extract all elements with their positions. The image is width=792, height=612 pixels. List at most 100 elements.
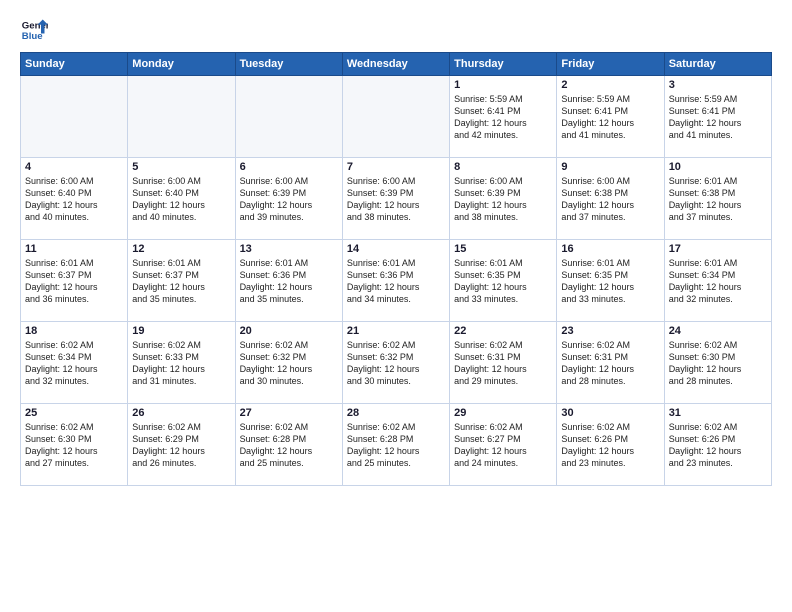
calendar-cell: 17 Sunrise: 6:01 AMSunset: 6:34 PMDayligh…: [664, 240, 771, 322]
calendar-row-1: 4Sunrise: 6:00 AMSunset: 6:40 PMDaylight…: [21, 158, 772, 240]
day-number: 7: [347, 161, 445, 173]
calendar-table: SundayMondayTuesdayWednesdayThursdayFrid…: [20, 52, 772, 486]
logo-icon: General Blue: [20, 16, 48, 44]
cell-content: Sunrise: 6:02 AMSunset: 6:32 PMDaylight:…: [240, 339, 338, 388]
weekday-header-row: SundayMondayTuesdayWednesdayThursdayFrid…: [21, 53, 772, 76]
calendar-cell: 2 Sunrise: 5:59 AMSunset: 6:41 PMDaylight…: [557, 76, 664, 158]
calendar-cell: [235, 76, 342, 158]
calendar-cell: 25 Sunrise: 6:02 AMSunset: 6:30 PMDayligh…: [21, 404, 128, 486]
calendar-cell: 4Sunrise: 6:00 AMSunset: 6:40 PMDaylight…: [21, 158, 128, 240]
cell-content: Sunrise: 6:02 AMSunset: 6:28 PMDaylight:…: [347, 421, 445, 470]
calendar-cell: 24 Sunrise: 6:02 AMSunset: 6:30 PMDayligh…: [664, 322, 771, 404]
calendar-row-3: 18 Sunrise: 6:02 AMSunset: 6:34 PMDayligh…: [21, 322, 772, 404]
cell-content: Sunrise: 6:02 AMSunset: 6:28 PMDaylight:…: [240, 421, 338, 470]
cell-content: Sunrise: 6:01 AMSunset: 6:37 PMDaylight:…: [25, 257, 123, 306]
cell-content: Sunrise: 6:01 AMSunset: 6:35 PMDaylight:…: [561, 257, 659, 306]
cell-content: Sunrise: 6:02 AMSunset: 6:26 PMDaylight:…: [561, 421, 659, 470]
calendar-cell: 12Sunrise: 6:01 AMSunset: 6:37 PMDayligh…: [128, 240, 235, 322]
cell-content: Sunrise: 6:02 AMSunset: 6:32 PMDaylight:…: [347, 339, 445, 388]
weekday-header-friday: Friday: [557, 53, 664, 76]
calendar-cell: 22 Sunrise: 6:02 AMSunset: 6:31 PMDayligh…: [450, 322, 557, 404]
calendar-cell: 14 Sunrise: 6:01 AMSunset: 6:36 PMDayligh…: [342, 240, 449, 322]
day-number: 6: [240, 161, 338, 173]
cell-content: Sunrise: 6:02 AMSunset: 6:34 PMDaylight:…: [25, 339, 123, 388]
cell-content: Sunrise: 6:00 AMSunset: 6:39 PMDaylight:…: [347, 175, 445, 224]
day-number: 8: [454, 161, 552, 173]
calendar-cell: 6 Sunrise: 6:00 AMSunset: 6:39 PMDaylight…: [235, 158, 342, 240]
day-number: 11: [25, 243, 123, 255]
calendar-cell: 23 Sunrise: 6:02 AMSunset: 6:31 PMDayligh…: [557, 322, 664, 404]
calendar-row-0: 1Sunrise: 5:59 AMSunset: 6:41 PMDaylight…: [21, 76, 772, 158]
calendar-cell: 3 Sunrise: 5:59 AMSunset: 6:41 PMDaylight…: [664, 76, 771, 158]
cell-content: Sunrise: 6:00 AMSunset: 6:39 PMDaylight:…: [454, 175, 552, 224]
day-number: 17: [669, 243, 767, 255]
day-number: 10: [669, 161, 767, 173]
calendar-cell: 31 Sunrise: 6:02 AMSunset: 6:26 PMDayligh…: [664, 404, 771, 486]
svg-text:Blue: Blue: [22, 31, 43, 42]
calendar-cell: 29Sunrise: 6:02 AMSunset: 6:27 PMDayligh…: [450, 404, 557, 486]
cell-content: Sunrise: 6:02 AMSunset: 6:29 PMDaylight:…: [132, 421, 230, 470]
cell-content: Sunrise: 5:59 AMSunset: 6:41 PMDaylight:…: [669, 93, 767, 142]
cell-content: Sunrise: 6:02 AMSunset: 6:30 PMDaylight:…: [669, 339, 767, 388]
calendar-cell: 9Sunrise: 6:00 AMSunset: 6:38 PMDaylight…: [557, 158, 664, 240]
cell-content: Sunrise: 6:02 AMSunset: 6:33 PMDaylight:…: [132, 339, 230, 388]
day-number: 9: [561, 161, 659, 173]
day-number: 24: [669, 325, 767, 337]
day-number: 2: [561, 79, 659, 91]
day-number: 12: [132, 243, 230, 255]
day-number: 5: [132, 161, 230, 173]
calendar-cell: 21 Sunrise: 6:02 AMSunset: 6:32 PMDayligh…: [342, 322, 449, 404]
calendar-cell: [21, 76, 128, 158]
calendar-cell: 30 Sunrise: 6:02 AMSunset: 6:26 PMDayligh…: [557, 404, 664, 486]
cell-content: Sunrise: 5:59 AMSunset: 6:41 PMDaylight:…: [454, 93, 552, 142]
calendar-cell: 10 Sunrise: 6:01 AMSunset: 6:38 PMDayligh…: [664, 158, 771, 240]
cell-content: Sunrise: 6:02 AMSunset: 6:30 PMDaylight:…: [25, 421, 123, 470]
calendar-cell: 15Sunrise: 6:01 AMSunset: 6:35 PMDayligh…: [450, 240, 557, 322]
day-number: 16: [561, 243, 659, 255]
calendar-row-4: 25 Sunrise: 6:02 AMSunset: 6:30 PMDayligh…: [21, 404, 772, 486]
cell-content: Sunrise: 6:01 AMSunset: 6:34 PMDaylight:…: [669, 257, 767, 306]
calendar-cell: [342, 76, 449, 158]
calendar-cell: 5 Sunrise: 6:00 AMSunset: 6:40 PMDaylight…: [128, 158, 235, 240]
calendar-cell: 27 Sunrise: 6:02 AMSunset: 6:28 PMDayligh…: [235, 404, 342, 486]
day-number: 23: [561, 325, 659, 337]
day-number: 3: [669, 79, 767, 91]
day-number: 27: [240, 407, 338, 419]
calendar-cell: 19Sunrise: 6:02 AMSunset: 6:33 PMDayligh…: [128, 322, 235, 404]
cell-content: Sunrise: 6:01 AMSunset: 6:36 PMDaylight:…: [240, 257, 338, 306]
header: General Blue: [20, 16, 772, 44]
day-number: 30: [561, 407, 659, 419]
weekday-header-monday: Monday: [128, 53, 235, 76]
cell-content: Sunrise: 6:00 AMSunset: 6:39 PMDaylight:…: [240, 175, 338, 224]
cell-content: Sunrise: 6:01 AMSunset: 6:35 PMDaylight:…: [454, 257, 552, 306]
day-number: 28: [347, 407, 445, 419]
calendar-cell: 7 Sunrise: 6:00 AMSunset: 6:39 PMDaylight…: [342, 158, 449, 240]
day-number: 25: [25, 407, 123, 419]
day-number: 13: [240, 243, 338, 255]
cell-content: Sunrise: 6:02 AMSunset: 6:31 PMDaylight:…: [454, 339, 552, 388]
calendar-row-2: 11 Sunrise: 6:01 AMSunset: 6:37 PMDayligh…: [21, 240, 772, 322]
cell-content: Sunrise: 6:01 AMSunset: 6:38 PMDaylight:…: [669, 175, 767, 224]
day-number: 22: [454, 325, 552, 337]
calendar-cell: 16 Sunrise: 6:01 AMSunset: 6:35 PMDayligh…: [557, 240, 664, 322]
day-number: 31: [669, 407, 767, 419]
calendar-cell: 18 Sunrise: 6:02 AMSunset: 6:34 PMDayligh…: [21, 322, 128, 404]
calendar-cell: 13 Sunrise: 6:01 AMSunset: 6:36 PMDayligh…: [235, 240, 342, 322]
day-number: 21: [347, 325, 445, 337]
day-number: 14: [347, 243, 445, 255]
cell-content: Sunrise: 6:02 AMSunset: 6:26 PMDaylight:…: [669, 421, 767, 470]
calendar-cell: 26 Sunrise: 6:02 AMSunset: 6:29 PMDayligh…: [128, 404, 235, 486]
weekday-header-sunday: Sunday: [21, 53, 128, 76]
weekday-header-tuesday: Tuesday: [235, 53, 342, 76]
calendar-cell: 11 Sunrise: 6:01 AMSunset: 6:37 PMDayligh…: [21, 240, 128, 322]
cell-content: Sunrise: 5:59 AMSunset: 6:41 PMDaylight:…: [561, 93, 659, 142]
weekday-header-thursday: Thursday: [450, 53, 557, 76]
cell-content: Sunrise: 6:02 AMSunset: 6:27 PMDaylight:…: [454, 421, 552, 470]
cell-content: Sunrise: 6:02 AMSunset: 6:31 PMDaylight:…: [561, 339, 659, 388]
page: General Blue SundayMondayTuesdayWednesda…: [0, 0, 792, 612]
cell-content: Sunrise: 6:00 AMSunset: 6:40 PMDaylight:…: [132, 175, 230, 224]
weekday-header-saturday: Saturday: [664, 53, 771, 76]
day-number: 18: [25, 325, 123, 337]
cell-content: Sunrise: 6:01 AMSunset: 6:36 PMDaylight:…: [347, 257, 445, 306]
day-number: 26: [132, 407, 230, 419]
